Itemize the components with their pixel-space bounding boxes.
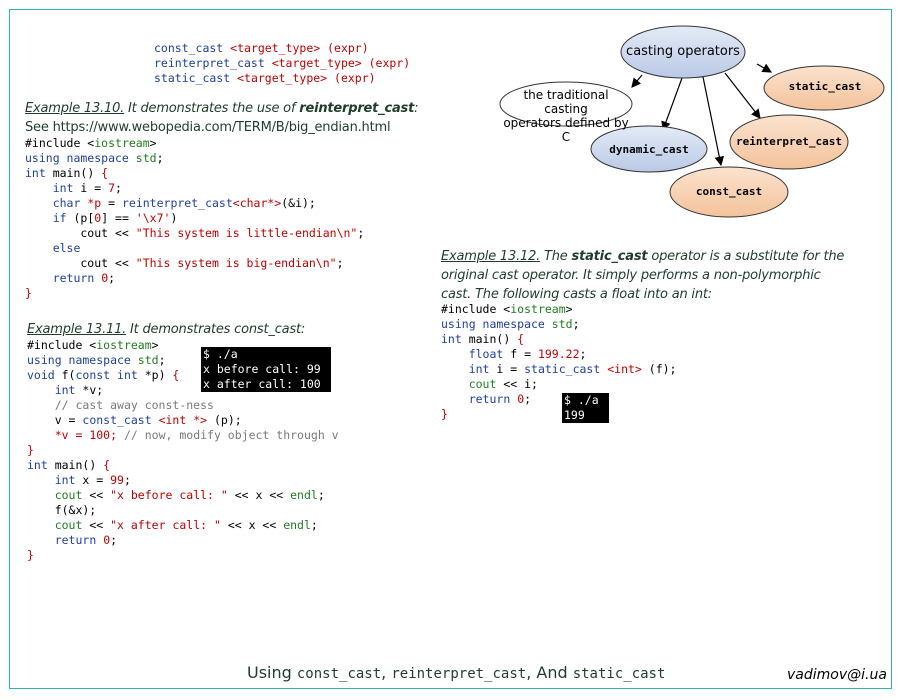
label-dynamic-cast: dynamic_cast [609,143,689,156]
syntax-reinterpret-cast: reinterpret_cast <target_type> (expr) [154,56,411,70]
example-13-12-heading: Example 13.12. The static_cast operator … [441,249,845,264]
example-13-10-link[interactable]: See https://www.webopedia.com/TERM/B/big… [25,118,391,137]
arrow-to-dynamic-cast [661,77,683,132]
syntax-static-cast: static_cast <target_type> (expr) [154,71,376,85]
syntax-const-cast: const_cast <target_type> (expr) [154,41,369,55]
example-13-11-heading: Example 13.11. It demonstrates const_cas… [27,322,306,337]
label-traditional-casts: the traditional casting operators define… [503,88,629,144]
label-reinterpret-cast: reinterpret_cast [736,135,842,148]
label-const-cast: const_cast [695,185,763,198]
author-email: vadimov@i.ua [787,667,887,683]
arrow-to-reinterpret-cast [724,72,761,119]
slide-title: Using const_cast, reinterpret_cast, And … [247,663,666,682]
label-casting-operators: casting operators [626,44,740,59]
arrow-to-static-cast [756,63,773,73]
casting-diagram: casting operators the traditional castin… [495,25,890,225]
terminal-output-13-11: $ ./a x before call: 99 x after call: 100 [201,347,331,392]
label-static-cast: static_cast [788,80,862,93]
arrow-to-traditional [631,74,643,88]
terminal-output-13-12: $ ./a 199 [562,393,609,423]
example-13-12-line2: original cast operator. It simply perfor… [441,268,821,283]
example-13-10-heading: Example 13.10. It demonstrates the use o… [25,101,419,116]
